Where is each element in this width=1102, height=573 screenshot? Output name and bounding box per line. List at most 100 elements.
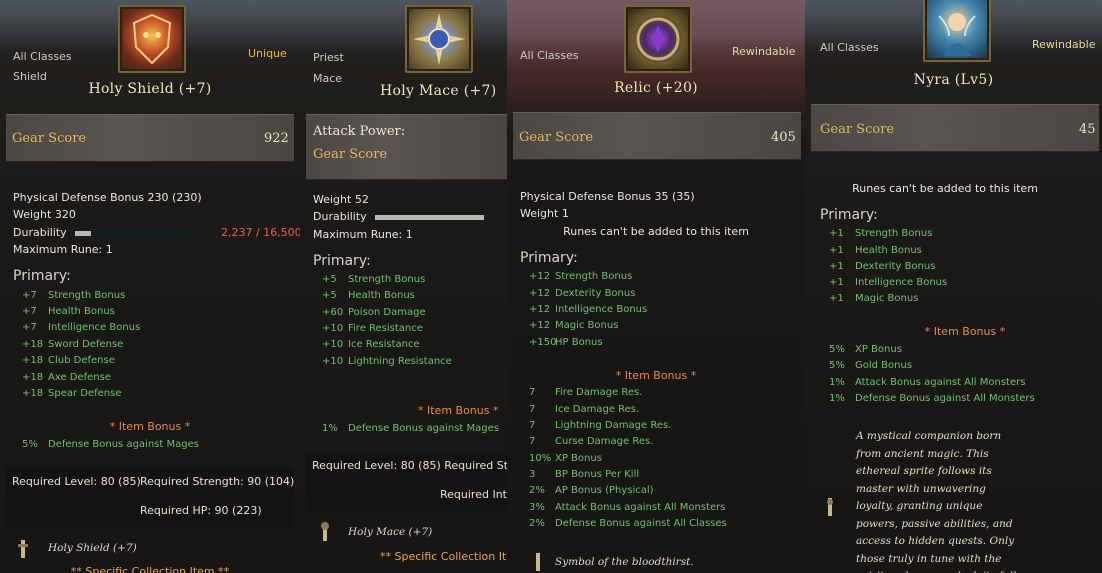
item-bonus-line: 7 Lightning Damage Res. [529, 420, 672, 431]
item-bonus-line: 7 Curse Damage Res. [529, 436, 654, 447]
item-bonus-line: 5% Defense Bonus against Mages [22, 439, 199, 450]
primary-stat: +1 Strength Bonus [829, 228, 933, 239]
required-level: Required Level: 80 (85) [12, 475, 141, 488]
footer-item-name: Holy Mace (+7) [348, 526, 433, 538]
durability-label: Durability [313, 210, 367, 223]
primary-stat: +10 Ice Resistance [322, 339, 420, 350]
stat-line: Weight 320 [13, 208, 76, 221]
item-tooltip-nyra: All Classes Rewindable Nyra (Lv5) Gear S… [805, 0, 1102, 573]
durability-fill [75, 231, 92, 236]
primary-stat: +1 Intelligence Bonus [829, 277, 948, 288]
gear-score-label: Gear Score [820, 122, 895, 137]
item-bonus-line: 2% AP Bonus (Physical) [529, 485, 654, 496]
durability-bar [75, 231, 191, 236]
item-bonus-header: * Item Bonus * [109, 420, 191, 433]
primary-stat: +7 Health Bonus [22, 306, 115, 317]
item-thumbnail-icon [527, 551, 549, 573]
attack-power-label: Attack Power: [313, 124, 406, 139]
gear-score-label: Gear Score [12, 131, 87, 146]
primary-stat: +7 Intelligence Bonus [22, 322, 141, 333]
gear-score-value: 922 [264, 131, 289, 146]
primary-stat: +1 Health Bonus [829, 245, 922, 256]
primary-stat: +10 Lightning Resistance [322, 356, 452, 367]
stat-line: Physical Defense Bonus 35 (35) [520, 190, 695, 203]
item-bonus-line: 3% Attack Bonus against All Monsters [529, 502, 726, 513]
item-bonus-line: 1% Attack Bonus against All Monsters [829, 377, 1026, 388]
item-bonus-line: 1% Defense Bonus against Mages [322, 423, 499, 434]
primary-stat: +7 Strength Bonus [22, 290, 126, 301]
item-thumbnail-icon [819, 496, 841, 520]
item-bonus-line: 1% Defense Bonus against All Monsters [829, 393, 1035, 404]
primary-stat: +18 Club Defense [22, 355, 115, 366]
lore-text: A mystical companion born from ancient m… [856, 430, 1016, 573]
item-name: Relic (+20) [614, 80, 698, 96]
footer-item-name: Holy Shield (+7) [48, 542, 137, 554]
primary-stat: +1 Magic Bonus [829, 293, 919, 304]
primary-stat: +12 Magic Bonus [529, 320, 619, 331]
rune-note: Runes can't be added to this item [852, 182, 1038, 195]
max-rune: Maximum Rune: 1 [13, 243, 113, 256]
primary-header: Primary: [13, 268, 71, 284]
item-class: All Classes [520, 49, 579, 62]
mace-orb-icon [405, 5, 473, 73]
stat-line: Physical Defense Bonus 230 (230) [13, 191, 202, 204]
collection-label: ** Specific Collection Ite [380, 550, 507, 563]
primary-stat: +18 Axe Defense [22, 372, 112, 383]
rarity-label: Rewindable [732, 45, 796, 58]
item-name: Nyra (Lv5) [913, 72, 994, 88]
item-name: Holy Shield (+7) [88, 81, 212, 97]
item-class: Priest [313, 51, 344, 64]
item-bonus-line: 3 BP Bonus Per Kill [529, 469, 640, 480]
item-bonus-line: 5% XP Bonus [829, 344, 902, 355]
item-class: All Classes [13, 50, 72, 63]
item-bonus-line: 2% Defense Bonus against All Classes [529, 518, 727, 529]
item-bonus-header: * Item Bonus * [924, 325, 1006, 338]
primary-stat: +10 Fire Resistance [322, 323, 423, 334]
collection-label: ** Specific Collection Item ** [70, 565, 230, 573]
relic-gem-icon [624, 5, 692, 73]
item-bonus-line: 5% Gold Bonus [829, 360, 913, 371]
primary-stat: +12 Strength Bonus [529, 271, 633, 282]
rarity-label: Unique [248, 47, 287, 60]
item-bonus-line: 7 Fire Damage Res. [529, 387, 643, 398]
required-hp: Required HP: 90 (223) [140, 504, 262, 517]
gear-score-value: 405 [771, 130, 796, 145]
item-bonus-line: 7 Ice Damage Res. [529, 404, 640, 415]
item-tooltip-holy-mace: Priest Mace Holy Mace (+7) Attack Power:… [300, 0, 507, 573]
lore-text: Symbol of the bloodthirst. [555, 556, 694, 568]
durability-bar [375, 215, 484, 220]
required-strength: Required Strength: 90 (104) [140, 475, 295, 488]
item-bonus-header: * Item Bonus * [418, 404, 499, 417]
primary-stat: +18 Spear Defense [22, 388, 122, 399]
item-thumbnail-icon [314, 521, 336, 545]
item-bonus-header: * Item Bonus * [615, 369, 697, 382]
primary-stat: +1 Dexterity Bonus [829, 261, 936, 272]
durability-fill [375, 215, 484, 220]
max-rune: Maximum Rune: 1 [313, 228, 413, 241]
rune-note: Runes can't be added to this item [563, 225, 749, 238]
item-tooltip-relic: All Classes Rewindable Relic (+20) Gear … [507, 0, 805, 573]
item-class: All Classes [820, 41, 879, 54]
durability-value: 2,237 / 16,500 [221, 226, 300, 239]
item-tooltip-holy-shield: All Classes Shield Unique Holy Shield (+… [0, 0, 300, 573]
shield-demon-icon [118, 5, 186, 73]
item-thumbnail-icon [12, 538, 34, 562]
primary-stat: +12 Dexterity Bonus [529, 288, 636, 299]
primary-header: Primary: [520, 250, 578, 266]
item-type: Mace [313, 72, 343, 85]
gear-score-label: Gear Score [313, 147, 388, 162]
stat-line: Weight 1 [520, 207, 569, 220]
required-intelligence: Required Intel [440, 488, 507, 501]
durability-label: Durability [13, 226, 67, 239]
primary-stat: +5 Health Bonus [322, 290, 415, 301]
required-level: Required Level: 80 (85) Required Stre [312, 459, 507, 472]
primary-stat: +150HP Bonus [529, 337, 603, 348]
rarity-label: Rewindable [1032, 38, 1096, 51]
primary-stat: +5 Strength Bonus [322, 274, 426, 285]
primary-stat: +12 Intelligence Bonus [529, 304, 648, 315]
primary-header: Primary: [820, 207, 878, 223]
primary-stat: +60 Poison Damage [322, 307, 426, 318]
fairy-portrait-icon [923, 0, 991, 62]
stat-line: Weight 52 [313, 193, 369, 206]
item-bonus-line: 10% XP Bonus [529, 453, 602, 464]
